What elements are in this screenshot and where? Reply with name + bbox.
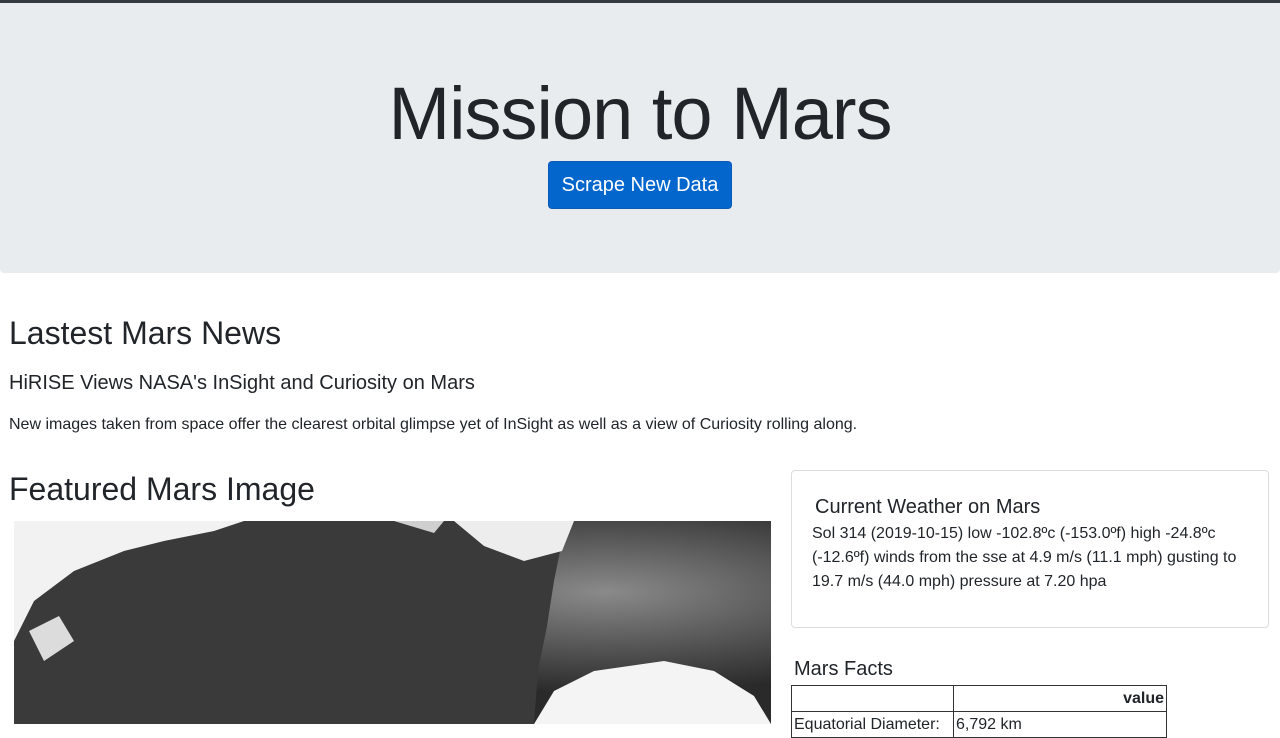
featured-image-heading: Featured Mars Image <box>9 471 315 507</box>
table-cell: Equatorial Diameter: <box>791 711 954 738</box>
mars-facts-table: value Equatorial Diameter: 6,792 km <box>791 685 1167 738</box>
featured-mars-image <box>14 521 771 724</box>
news-title: HiRISE Views NASA's InSight and Curiosit… <box>9 372 475 394</box>
table-header-cell <box>791 685 954 712</box>
scrape-new-data-button[interactable]: Scrape New Data <box>548 161 732 209</box>
news-paragraph: New images taken from space offer the cl… <box>9 416 858 433</box>
mars-facts-heading: Mars Facts <box>794 658 893 680</box>
table-cell: 6,792 km <box>953 711 1167 738</box>
weather-heading: Current Weather on Mars <box>815 496 1041 518</box>
news-heading: Lastest Mars News <box>9 315 282 351</box>
table-header-row: value <box>791 685 1167 712</box>
page-title: Mission to Mars <box>388 72 892 155</box>
weather-text: Sol 314 (2019-10-15) low -102.8ºc (-153.… <box>812 525 1237 590</box>
jumbotron-header: Mission to Mars Scrape New Data <box>0 3 1280 273</box>
mars-surface-image <box>14 521 771 724</box>
table-header-cell: value <box>953 685 1167 712</box>
table-row: Equatorial Diameter: 6,792 km <box>791 711 1167 738</box>
weather-card: Current Weather on Mars Sol 314 (2019-10… <box>791 470 1269 628</box>
